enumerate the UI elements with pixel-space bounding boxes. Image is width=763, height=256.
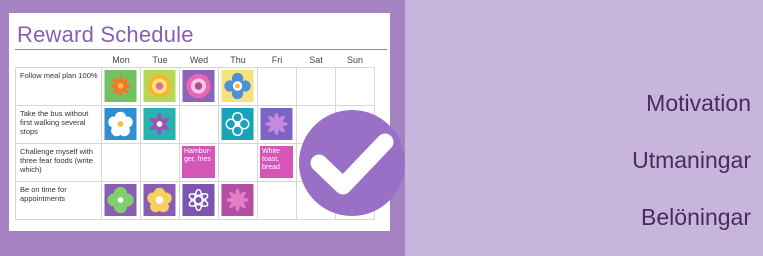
day-header: Sun bbox=[346, 55, 363, 65]
day-header: Fri bbox=[271, 55, 283, 65]
day-cell bbox=[218, 67, 258, 106]
day-cell bbox=[140, 67, 180, 106]
checkmark-badge-icon bbox=[297, 108, 407, 218]
day-cell: Hambur-ger, fries bbox=[179, 143, 219, 182]
day-cell: White toast, bread bbox=[257, 143, 297, 182]
flower-sticker-icon bbox=[143, 184, 176, 216]
day-cell bbox=[101, 105, 141, 144]
day-header: Tue bbox=[152, 55, 168, 65]
task-header bbox=[16, 53, 102, 68]
title-divider bbox=[15, 49, 387, 50]
day-cell bbox=[257, 67, 297, 106]
day-cell bbox=[140, 181, 180, 220]
flower-sticker-icon bbox=[104, 70, 137, 102]
flower-sticker-icon bbox=[221, 184, 254, 216]
flower-sticker-icon bbox=[143, 70, 176, 102]
day-cell bbox=[140, 143, 180, 182]
day-cell bbox=[257, 105, 297, 144]
card-title: Reward Schedule bbox=[17, 22, 194, 47]
day-cell bbox=[179, 105, 219, 144]
task-cell: Challenge myself with three fear foods (… bbox=[15, 143, 102, 182]
flower-sticker-icon bbox=[221, 70, 254, 102]
day-header: Mon bbox=[112, 55, 130, 65]
day-cell bbox=[296, 67, 336, 106]
day-cell bbox=[179, 181, 219, 220]
day-cell bbox=[218, 143, 258, 182]
fear-food-note: White toast, bread bbox=[260, 146, 293, 178]
day-cell bbox=[218, 181, 258, 220]
fear-food-note: Hambur-ger, fries bbox=[182, 146, 215, 178]
side-word-rewards: Belöningar bbox=[641, 204, 751, 230]
right-panel: Motivation Utmaningar Belöningar bbox=[405, 0, 763, 256]
flower-sticker-icon bbox=[104, 184, 137, 216]
task-cell: Take the bus without first walking sever… bbox=[15, 105, 102, 144]
day-header: Thu bbox=[230, 55, 246, 65]
day-cell bbox=[257, 181, 297, 220]
day-cell bbox=[101, 143, 141, 182]
day-cell bbox=[179, 67, 219, 106]
day-cell bbox=[335, 67, 375, 106]
day-cell bbox=[101, 67, 141, 106]
day-header: Wed bbox=[189, 55, 209, 65]
side-word-challenges: Utmaningar bbox=[632, 147, 751, 173]
flower-sticker-icon bbox=[260, 108, 293, 140]
flower-sticker-icon bbox=[182, 184, 215, 216]
header-row: Mon Tue Wed Thu Fri Sat Sun bbox=[16, 53, 375, 68]
flower-sticker-icon bbox=[104, 108, 137, 140]
flower-sticker-icon bbox=[221, 108, 254, 140]
task-cell: Be on time for appointments bbox=[15, 181, 102, 220]
day-header: Sat bbox=[309, 55, 323, 65]
flower-sticker-icon bbox=[143, 108, 176, 140]
left-panel: Reward Schedule Mon Tue Wed Thu Fri Sat … bbox=[0, 0, 405, 256]
task-cell: Follow meal plan 100% bbox=[15, 67, 102, 106]
table-row: Follow meal plan 100% bbox=[15, 67, 375, 106]
day-cell bbox=[140, 105, 180, 144]
flower-sticker-icon bbox=[182, 70, 215, 102]
day-cell bbox=[218, 105, 258, 144]
side-word-motivation: Motivation bbox=[646, 90, 751, 116]
day-cell bbox=[101, 181, 141, 220]
